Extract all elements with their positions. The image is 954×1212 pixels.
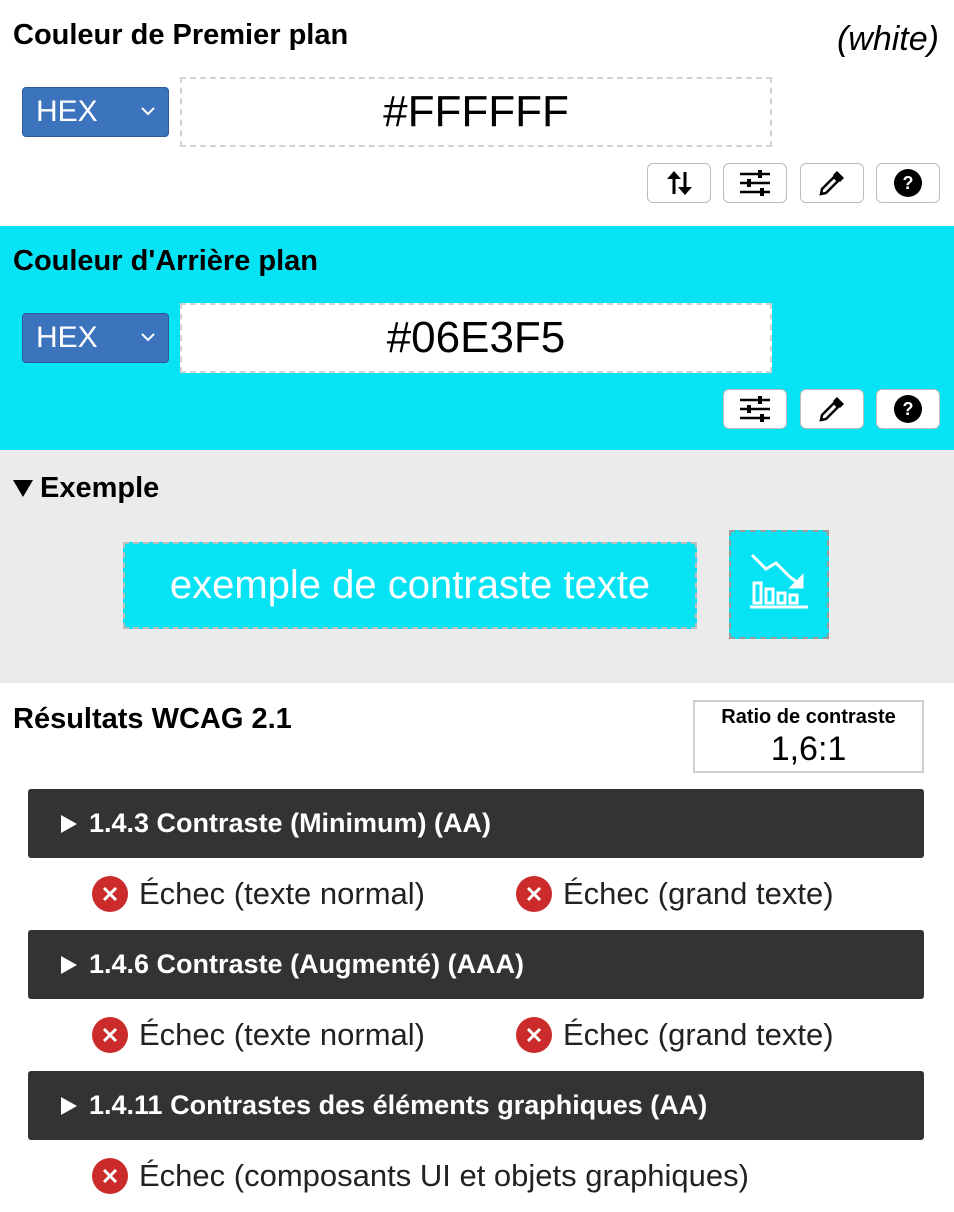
background-format-select[interactable]: HEX: [22, 313, 169, 363]
contrast-ratio-label: Ratio de contraste: [721, 706, 896, 728]
triangle-right-icon: [61, 814, 77, 833]
svg-text:?: ?: [903, 399, 914, 419]
sample-text-preview: exemple de contraste texte: [123, 542, 697, 629]
foreground-color-name: (white): [836, 20, 939, 58]
criterion-1-4-11-toggle[interactable]: 1.4.11 Contrastes des éléments graphique…: [28, 1071, 924, 1140]
sample-graphic-preview: [729, 530, 829, 639]
criterion-1-4-3-toggle[interactable]: 1.4.3 Contraste (Minimum) (AA): [28, 789, 924, 858]
fail-icon: [516, 876, 552, 912]
wcag-results-section: Résultats WCAG 2.1 Ratio de contraste 1,…: [0, 683, 954, 1212]
foreground-format-select[interactable]: HEX: [22, 87, 169, 137]
result-label: Échec (composants UI et objets graphique…: [139, 1158, 749, 1193]
fail-icon: [92, 876, 128, 912]
sliders-icon: [738, 169, 772, 197]
result-item: Échec (composants UI et objets graphique…: [92, 1158, 749, 1194]
contrast-ratio-box: Ratio de contraste 1,6:1: [693, 700, 924, 773]
criterion-label: 1.4.3 Contraste (Minimum) (AA): [89, 808, 492, 838]
result-item: Échec (texte normal): [92, 876, 425, 912]
help-icon: ?: [893, 394, 923, 424]
triangle-down-icon: [13, 480, 33, 497]
example-title: Exemple: [40, 472, 160, 504]
triangle-right-icon: [61, 1096, 77, 1115]
criterion-label: 1.4.6 Contraste (Augmenté) (AAA): [89, 949, 525, 979]
eyedropper-icon: [817, 168, 847, 198]
contrast-ratio-value: 1,6:1: [770, 730, 847, 768]
criterion-label: 1.4.11 Contrastes des éléments graphique…: [89, 1090, 708, 1120]
help-icon: ?: [893, 168, 923, 198]
background-title: Couleur d'Arrière plan: [13, 245, 319, 277]
result-label: Échec (texte normal): [139, 1017, 425, 1052]
foreground-eyedropper-button[interactable]: [800, 163, 864, 203]
result-label: Échec (grand texte): [563, 876, 834, 911]
result-label: Échec (texte normal): [139, 876, 425, 911]
example-section: Exemple exemple de contraste texte: [0, 450, 954, 683]
foreground-hex-input[interactable]: #FFFFFF: [180, 77, 772, 147]
chevron-down-icon: [140, 98, 156, 124]
eyedropper-icon: [817, 394, 847, 424]
background-eyedropper-button[interactable]: [800, 389, 864, 429]
background-hex-input[interactable]: #06E3F5: [180, 303, 772, 373]
swap-icon: [664, 168, 694, 198]
foreground-title: Couleur de Premier plan: [13, 19, 349, 51]
result-item: Échec (texte normal): [92, 1017, 425, 1053]
format-select-value: HEX: [36, 321, 98, 354]
results-title: Résultats WCAG 2.1: [13, 703, 292, 735]
criterion-1-4-6-toggle[interactable]: 1.4.6 Contraste (Augmenté) (AAA): [28, 930, 924, 999]
fail-icon: [92, 1017, 128, 1053]
fail-icon: [92, 1158, 128, 1194]
foreground-sliders-button[interactable]: [723, 163, 787, 203]
background-help-button[interactable]: ?: [876, 389, 940, 429]
format-select-value: HEX: [36, 95, 98, 128]
triangle-right-icon: [61, 955, 77, 974]
chart-icon: [746, 551, 812, 618]
result-item: Échec (grand texte): [516, 876, 834, 912]
chevron-down-icon: [140, 324, 156, 350]
fail-icon: [516, 1017, 552, 1053]
result-item: Échec (grand texte): [516, 1017, 834, 1053]
result-label: Échec (grand texte): [563, 1017, 834, 1052]
svg-text:?: ?: [903, 173, 914, 193]
background-color-section: Couleur d'Arrière plan HEX #06E3F5 ?: [0, 226, 954, 450]
example-toggle[interactable]: Exemple: [13, 472, 159, 505]
foreground-color-section: Couleur de Premier plan (white) HEX #FFF…: [0, 0, 954, 226]
swap-colors-button[interactable]: [647, 163, 711, 203]
background-sliders-button[interactable]: [723, 389, 787, 429]
sliders-icon: [738, 395, 772, 423]
foreground-help-button[interactable]: ?: [876, 163, 940, 203]
